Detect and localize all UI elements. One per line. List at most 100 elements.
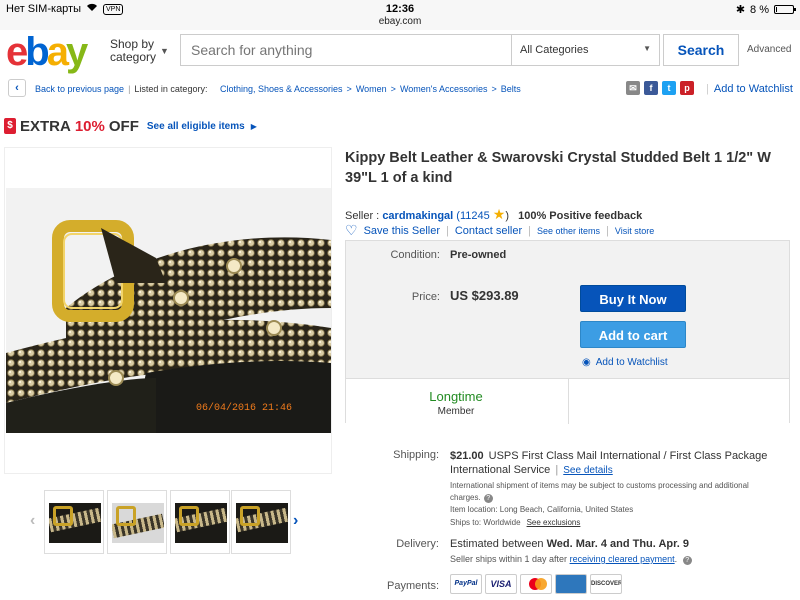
- battery-fill: [776, 7, 777, 12]
- add-to-cart-button[interactable]: Add to cart: [580, 321, 686, 348]
- delivery-dates: Wed. Mar. 4 and Thu. Apr. 9: [546, 538, 690, 550]
- chevron-down-icon: ▼: [160, 46, 169, 56]
- eye-icon: ◉: [582, 357, 591, 368]
- listed-in-label: Listed in category:: [134, 84, 208, 94]
- see-other-items-link[interactable]: See other items: [537, 226, 600, 236]
- mastercard-logo: [520, 574, 552, 594]
- advanced-search-link[interactable]: Advanced: [747, 44, 791, 55]
- promo-percent: 10%: [74, 117, 105, 135]
- shop-by-category[interactable]: Shop by category ▼: [110, 38, 169, 64]
- member-label: Member: [437, 406, 475, 417]
- price-tag-icon: $: [4, 118, 16, 134]
- cleared-payment-link[interactable]: receiving cleared payment: [570, 554, 675, 564]
- thumbnail-image: [49, 503, 101, 543]
- customs-note-text: International shipment of items may be s…: [450, 481, 749, 502]
- help-icon[interactable]: ?: [483, 494, 493, 503]
- payment-methods: PayPal VISA DISCOVER: [450, 574, 622, 594]
- seller-links: ♡ Save this Seller | Contact seller | Se…: [345, 222, 654, 239]
- thumbnail-3[interactable]: [170, 490, 230, 554]
- divider: |: [446, 224, 449, 237]
- amex-logo: [555, 574, 587, 594]
- contact-seller-link[interactable]: Contact seller: [455, 225, 522, 237]
- seller-name-link[interactable]: cardmakingal: [382, 210, 453, 222]
- star-icon: ★: [492, 206, 506, 222]
- watchlist-top: | Add to Watchlist: [706, 83, 793, 95]
- save-seller-link[interactable]: Save this Seller: [364, 225, 440, 237]
- shipping-cost: $21.00: [450, 450, 484, 462]
- battery-percent: 8 %: [750, 3, 769, 16]
- longtime-badge: Longtime: [429, 389, 483, 404]
- customs-note: International shipment of items may be s…: [450, 480, 770, 504]
- main-product-image[interactable]: 06/04/2016 21:46: [6, 188, 331, 433]
- breadcrumb-arrow-icon: >: [346, 84, 352, 94]
- member-strip: Longtime Member: [346, 378, 789, 424]
- thumbnail-4[interactable]: [231, 490, 291, 554]
- price-label: Price:: [411, 291, 440, 303]
- delivery-estimate: Estimated between Wed. Mar. 4 and Thu. A…: [450, 538, 689, 550]
- mail-icon[interactable]: ✉: [626, 81, 640, 95]
- see-exclusions-link[interactable]: See exclusions: [527, 518, 581, 527]
- divider: |: [706, 83, 709, 95]
- visa-logo: VISA: [485, 574, 517, 594]
- category-select-value: All Categories: [520, 44, 589, 56]
- category-select[interactable]: All Categories ▼: [511, 35, 659, 65]
- facebook-icon[interactable]: f: [644, 81, 658, 95]
- see-eligible-items-link[interactable]: See all eligible items: [147, 121, 245, 132]
- add-to-watchlist-button[interactable]: ◉ Add to Watchlist: [582, 357, 668, 368]
- search-box: All Categories ▼: [180, 34, 660, 66]
- add-to-watchlist-label: Add to Watchlist: [595, 357, 668, 368]
- buy-box: Condition: Pre-owned Price: US $293.89 B…: [345, 240, 790, 424]
- battery-icon: [774, 5, 796, 14]
- pinterest-icon[interactable]: p: [680, 81, 694, 95]
- divider: |: [555, 464, 559, 476]
- breadcrumb-arrow-icon: >: [491, 84, 497, 94]
- back-arrow-icon[interactable]: ‹: [8, 79, 26, 97]
- chevron-right-icon: ▶: [250, 121, 257, 131]
- shipping-details: $21.00 USPS First Class Mail Internationa…: [450, 449, 780, 478]
- handling-prefix: Seller ships within 1 day after: [450, 554, 568, 564]
- feedback-close: ): [505, 210, 510, 222]
- twitter-icon[interactable]: t: [662, 81, 676, 95]
- thumbnail-2[interactable]: [107, 490, 167, 554]
- heart-icon[interactable]: ♡: [345, 222, 358, 239]
- divider: |: [528, 224, 531, 237]
- seller-label: Seller :: [345, 210, 380, 222]
- image-gallery: 06/04/2016 21:46: [4, 147, 332, 474]
- breadcrumb-item-women[interactable]: Women: [356, 84, 387, 94]
- address-bar[interactable]: ebay.com: [0, 16, 800, 27]
- discover-logo: DISCOVER: [590, 574, 622, 594]
- search-button[interactable]: Search: [663, 34, 739, 66]
- breadcrumb-item-womens-accessories[interactable]: Women's Accessories: [400, 84, 488, 94]
- shipping-label: Shipping:: [393, 449, 439, 461]
- visit-store-link[interactable]: Visit store: [615, 226, 654, 236]
- thumbnail-image: [236, 503, 288, 543]
- delivery-prefix: Estimated between: [450, 538, 544, 550]
- add-to-watchlist-link[interactable]: Add to Watchlist: [714, 83, 793, 95]
- seller-info: Seller : cardmakingal (11245 ★) 100% Pos…: [345, 206, 642, 223]
- thumbnail-next-icon[interactable]: ›: [293, 512, 298, 530]
- chevron-down-icon: ▼: [643, 44, 651, 53]
- promo-banner: $ EXTRA 10% OFF See all eligible items ▶: [4, 115, 257, 137]
- payments-label: Payments:: [387, 580, 439, 592]
- breadcrumb-item-clothing[interactable]: Clothing, Shoes & Accessories: [220, 84, 343, 94]
- delivery-label: Delivery:: [396, 538, 439, 550]
- bluetooth-icon: ✱: [735, 4, 746, 16]
- status-right: ✱ 8 %: [735, 3, 796, 16]
- promo-extra: EXTRA: [20, 117, 71, 135]
- breadcrumb-arrow-icon: >: [390, 84, 396, 94]
- search-input[interactable]: [181, 35, 511, 65]
- see-details-link[interactable]: See details: [563, 465, 612, 476]
- ships-to: Ships to: Worldwide See exclusions: [450, 518, 580, 527]
- category-label: category: [110, 50, 157, 64]
- breadcrumb-item-belts[interactable]: Belts: [501, 84, 521, 94]
- feedback-score-link[interactable]: (11245: [456, 210, 489, 222]
- share-icons: ✉ f t p: [626, 81, 694, 95]
- photo-timestamp: 06/04/2016 21:46: [196, 402, 292, 414]
- help-icon[interactable]: ?: [682, 556, 692, 565]
- paypal-logo: PayPal: [450, 574, 482, 594]
- ebay-logo[interactable]: ebay: [6, 32, 88, 72]
- thumbnail-1[interactable]: [44, 490, 104, 554]
- site-header: ebay Shop by category ▼ All Categories ▼…: [0, 30, 800, 72]
- back-link[interactable]: Back to previous page: [35, 84, 124, 94]
- buy-it-now-button[interactable]: Buy It Now: [580, 285, 686, 312]
